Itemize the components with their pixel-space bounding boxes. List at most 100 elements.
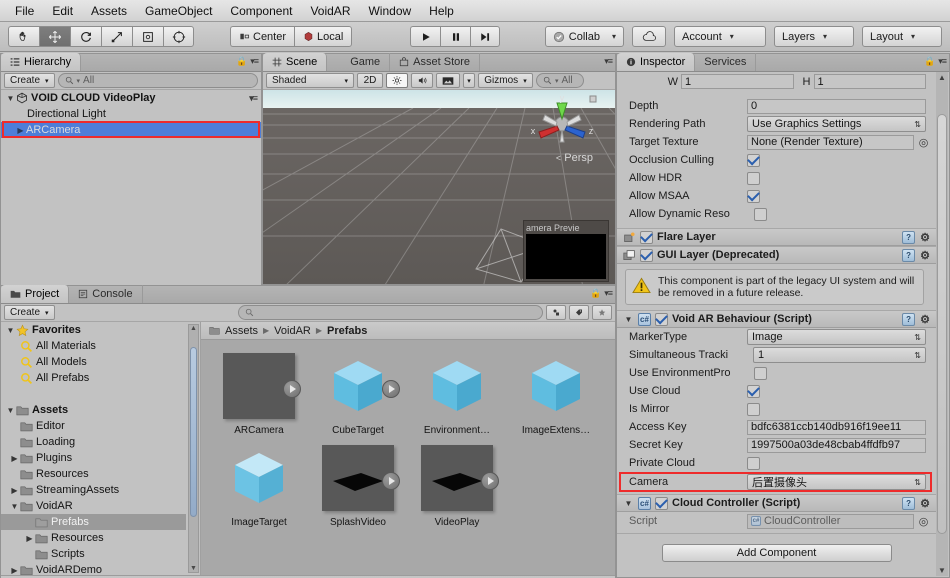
help-icon[interactable]: ?	[902, 249, 915, 262]
target-texture-objectfield[interactable]: None (Render Texture)	[747, 135, 914, 150]
hand-tool-button[interactable]	[8, 26, 39, 47]
tree-row-voidar[interactable]: ▼ VoidAR	[1, 498, 186, 514]
layers-button[interactable]: Layers	[774, 26, 854, 47]
expand-arrow-icon[interactable]: ▶	[9, 454, 20, 463]
tab-project[interactable]: Project	[1, 285, 69, 303]
scrollbar-thumb[interactable]	[937, 114, 947, 534]
account-button[interactable]: Account	[674, 26, 766, 47]
menu-item-help[interactable]: Help	[420, 2, 463, 20]
tab-game[interactable]: Game	[327, 53, 390, 71]
asset-item-splashvideo[interactable]: SplashVideo	[314, 442, 402, 528]
use-environmentpro-checkbox[interactable]	[754, 367, 767, 380]
menu-item-edit[interactable]: Edit	[43, 2, 82, 20]
gear-icon[interactable]: ⚙	[920, 497, 930, 510]
expand-arrow-icon[interactable]: ▶	[9, 486, 20, 495]
expand-arrow-icon[interactable]: ▼	[5, 94, 16, 103]
scene-effects-dropdown[interactable]: ▾	[463, 73, 475, 88]
scene-orientation-gizmo[interactable]: y x z	[527, 94, 597, 152]
pivot-mode-button[interactable]: Center	[230, 26, 294, 47]
allow-dynamic-resolution-checkbox[interactable]	[754, 208, 767, 221]
tree-row-prefabs[interactable]: Prefabs	[1, 514, 186, 530]
allow-hdr-checkbox[interactable]	[747, 172, 760, 185]
secret-key-input[interactable]: 1997500a03de48cbab4ffdfb97	[747, 438, 926, 453]
simultaneous-tracking-dropdown[interactable]: 1 ⇅	[753, 347, 926, 363]
tab-asset-store[interactable]: Asset Store	[390, 53, 480, 71]
camera-depth-input[interactable]: 0	[747, 99, 926, 114]
tree-row-loading[interactable]: Loading	[1, 434, 186, 450]
tree-row-favorites[interactable]: ▼ Favorites	[1, 322, 186, 338]
tab-hierarchy[interactable]: Hierarchy	[1, 53, 81, 71]
viewport-w-input[interactable]: 1	[681, 74, 794, 89]
gui-layer-enabled-checkbox[interactable]	[640, 249, 653, 262]
tree-row-plugins[interactable]: ▶ Plugins	[1, 450, 186, 466]
use-cloud-checkbox[interactable]	[747, 385, 760, 398]
tree-row-voidar-resources[interactable]: ▶ Resources	[1, 530, 186, 546]
panel-menu-icon[interactable]: ▾≡	[938, 56, 946, 67]
void-ar-behaviour-enabled-checkbox[interactable]	[655, 313, 668, 326]
expand-arrow-icon[interactable]: ▶	[9, 566, 20, 575]
tab-scene[interactable]: Scene	[263, 53, 327, 71]
menu-item-voidar[interactable]: VoidAR	[301, 2, 359, 20]
scene-audio-toggle[interactable]	[411, 73, 433, 88]
collapse-arrow-icon[interactable]: ▼	[623, 499, 634, 508]
component-header-cloud-controller[interactable]: ▼ c# Cloud Controller (Script) ? ⚙	[617, 494, 936, 512]
tree-row-all-prefabs[interactable]: All Prefabs	[1, 370, 186, 386]
expand-arrow-icon[interactable]: ▼	[5, 406, 16, 415]
scroll-up-arrow-icon[interactable]: ▲	[189, 325, 198, 332]
component-header-gui-layer[interactable]: GUI Layer (Deprecated) ? ⚙	[617, 246, 936, 264]
project-tree-scrollbar[interactable]: ▲ ▼	[188, 324, 199, 573]
tree-row-streamingassets[interactable]: ▶ StreamingAssets	[1, 482, 186, 498]
access-key-input[interactable]: bdfc6381ccb140db916f19ee11	[747, 420, 926, 435]
step-button[interactable]	[470, 26, 500, 47]
cloud-button[interactable]	[632, 26, 666, 47]
is-mirror-checkbox[interactable]	[747, 403, 760, 416]
gizmos-dropdown[interactable]: Gizmos	[478, 73, 533, 88]
rotate-tool-button[interactable]	[70, 26, 101, 47]
move-tool-button[interactable]	[39, 26, 70, 47]
menu-item-gameobject[interactable]: GameObject	[136, 2, 221, 20]
help-icon[interactable]: ?	[902, 497, 915, 510]
menu-item-assets[interactable]: Assets	[82, 2, 136, 20]
scrollbar-thumb[interactable]	[190, 347, 197, 517]
space-mode-button[interactable]: Local	[294, 26, 352, 47]
expand-arrow-icon[interactable]: ▶	[15, 126, 26, 135]
lock-icon[interactable]: 🔒	[924, 56, 935, 67]
cloud-controller-enabled-checkbox[interactable]	[655, 497, 668, 510]
menu-item-component[interactable]: Component	[221, 2, 301, 20]
transform-tool-button[interactable]	[163, 26, 194, 47]
private-cloud-checkbox[interactable]	[747, 457, 760, 470]
help-icon[interactable]: ?	[902, 313, 915, 326]
scroll-down-arrow-icon[interactable]: ▼	[189, 565, 198, 572]
project-folder-tree[interactable]: ▼ Favorites All Materials All Models	[1, 322, 201, 575]
tree-row-editor[interactable]: Editor	[1, 418, 186, 434]
project-create-button[interactable]: Create	[4, 305, 55, 320]
panel-menu-icon[interactable]: ▾≡	[604, 288, 612, 299]
gear-icon[interactable]: ⚙	[920, 313, 930, 326]
breadcrumb-assets[interactable]: Assets	[225, 325, 258, 337]
breadcrumb-prefabs[interactable]: Prefabs	[327, 325, 367, 337]
panel-menu-icon[interactable]: ▾≡	[604, 56, 612, 67]
hierarchy-search-input[interactable]: ▾ All	[58, 73, 258, 88]
scene-search-input[interactable]: ▾ All	[536, 73, 584, 88]
tree-row-assets[interactable]: ▼ Assets	[1, 402, 186, 418]
tree-row-all-models[interactable]: All Models	[1, 354, 186, 370]
gear-icon[interactable]: ⚙	[920, 249, 930, 262]
pause-button[interactable]	[440, 26, 470, 47]
2d-toggle-button[interactable]: 2D	[357, 73, 383, 88]
camera-dropdown[interactable]: 后置摄像头 ⇅	[747, 474, 926, 490]
layout-button[interactable]: Layout	[862, 26, 942, 47]
scene-projection-label[interactable]: < Persp	[556, 152, 593, 164]
hierarchy-create-button[interactable]: Create	[4, 73, 55, 88]
panel-menu-icon[interactable]: ▾≡	[250, 56, 258, 67]
hierarchy-row-directional-light[interactable]: Directional Light	[1, 106, 261, 122]
help-icon[interactable]: ?	[902, 231, 915, 244]
hierarchy-row-arcamera[interactable]: ▶ ARCamera	[1, 122, 261, 138]
allow-msaa-checkbox[interactable]	[747, 190, 760, 203]
scale-tool-button[interactable]	[101, 26, 132, 47]
lock-icon[interactable]: 🔒	[236, 56, 247, 67]
asset-item-videoplay[interactable]: VideoPlay	[413, 442, 501, 528]
asset-item-cubetarget[interactable]: CubeTarget	[314, 350, 402, 436]
component-header-flare-layer[interactable]: Flare Layer ? ⚙	[617, 228, 936, 246]
tree-row-scripts[interactable]: Scripts	[1, 546, 186, 562]
scene-viewport[interactable]: y x z < Persp amera Previe	[263, 90, 615, 284]
